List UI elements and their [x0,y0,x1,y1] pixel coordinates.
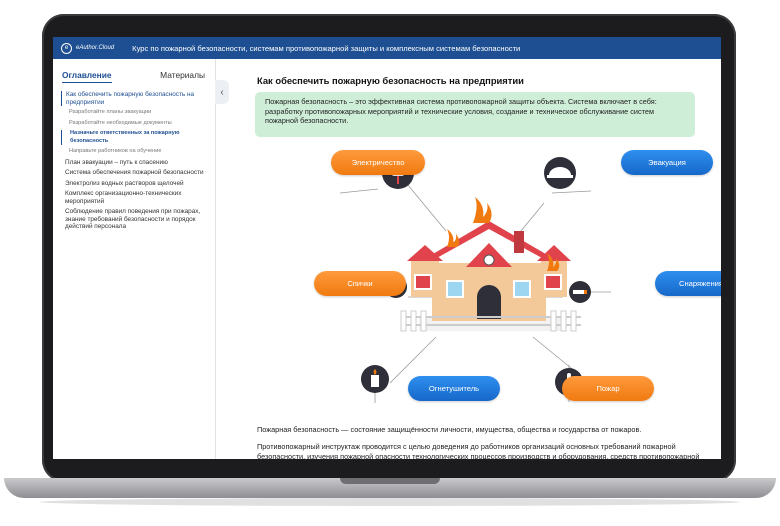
evacuation-button[interactable]: Эвакуация [621,150,713,175]
equipment-button[interactable]: Снаряжения [655,271,721,296]
sidebar-tabs: Оглавление Материалы [53,59,215,83]
cigarette-icon [569,281,591,303]
toc-subitem[interactable]: Разработайте планы эвакуации [61,109,209,117]
course-title: Курс по пожарной безопасности, системам … [132,43,521,53]
logo-text: eAuthor.Cloud [76,45,115,51]
extinguisher-button[interactable]: Огнетушитель [408,376,500,401]
logo[interactable]: e eAuthor.Cloud [61,42,115,54]
sidebar: Оглавление Материалы Как обеспечить пожа… [53,59,216,459]
chevron-left-icon: ‹ [220,86,224,98]
table-of-contents: Как обеспечить пожарную безопасность на … [53,91,215,231]
logo-icon: e [61,42,72,54]
paragraph-instruction: Противопожарный инструктаж проводится с … [257,442,700,459]
toc-item[interactable]: Электролиз водных растворов щелочей [61,180,209,188]
top-bar: e eAuthor.Cloud Курс по пожарной безопас… [53,37,721,59]
house-illustration [400,197,581,332]
screen: e eAuthor.Cloud Курс по пожарной безопас… [53,37,721,459]
toc-item[interactable]: Система обеспечения пожарной безопасност… [61,169,209,177]
smoke-detector-icon [544,157,576,189]
page-title: Как обеспечить пожарную безопасность на … [257,75,524,86]
toc-subitem-current[interactable]: Назначьте ответственных за пожарную безо… [61,130,209,145]
toc-item[interactable]: Как обеспечить пожарную безопасность на … [61,91,209,106]
candle-icon [361,365,389,393]
toc-subitem[interactable]: Направьте работников на обучение [61,148,209,156]
toc-item[interactable]: Комплекс организационно-технических меро… [61,190,209,205]
toc-subitem[interactable]: Разработайте необходимые документы [61,120,209,128]
info-box: Пожарная безопасность – это эффективная … [255,92,695,137]
toc-item[interactable]: Соблюдение правил поведения при пожарах,… [61,208,209,231]
paragraph-definition: Пожарная безопасность — состояние защищё… [257,425,642,434]
tab-materials[interactable]: Материалы [160,70,205,83]
collapse-sidebar-button[interactable]: ‹ [215,80,229,104]
main-content: Как обеспечить пожарную безопасность на … [231,59,721,459]
electricity-button[interactable]: Электричество [331,150,425,175]
matches-button[interactable]: Спички [314,271,406,296]
tab-contents[interactable]: Оглавление [62,70,112,83]
toc-item[interactable]: План эвакуации – путь к спасению [61,159,209,167]
laptop-notch [340,478,440,484]
laptop-shadow [40,498,740,506]
fire-safety-diagram: Электричество Эвакуация Спички Снаряжени… [251,147,721,413]
fire-button[interactable]: Пожар [562,376,654,401]
